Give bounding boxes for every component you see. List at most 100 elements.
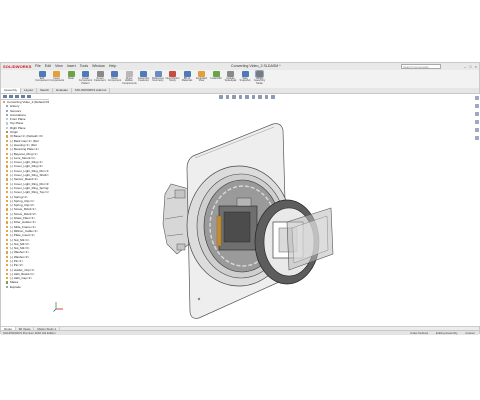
display-manager-icon[interactable] <box>27 95 31 98</box>
status-definition: Under Defined <box>410 331 429 335</box>
component-icon <box>6 264 9 267</box>
solidworks-window: SOLIDWORKS File Edit View Insert Tools W… <box>0 62 480 335</box>
document-title: Converting Video_2.SLDASM * <box>231 64 281 68</box>
tool-label: Take Snapshot <box>239 76 251 83</box>
component-icon <box>6 135 9 138</box>
component-icon <box>3 101 6 104</box>
tool-label: Insert Components <box>49 76 65 83</box>
tool-label: Update Speedpak <box>224 76 237 83</box>
status-product: SOLIDWORKS Premium 2018 x64 Edition <box>3 331 56 335</box>
component-icon <box>6 285 9 288</box>
component-icon <box>6 165 9 168</box>
toolbar-button[interactable]: Mate <box>64 71 78 80</box>
app-logo[interactable]: SOLIDWORKS <box>3 64 32 69</box>
tool-label: New Motion Study <box>165 76 180 83</box>
component-icon <box>6 148 9 151</box>
component-icon <box>6 217 9 220</box>
component-icon <box>6 281 9 284</box>
toolbar-button[interactable]: Insert Components <box>50 71 64 83</box>
menu-bar: File Edit View Insert Tools Window Help <box>35 64 116 68</box>
component-icon <box>6 242 9 245</box>
component-icon <box>6 255 9 258</box>
toolbar-button[interactable]: Bill of Materials <box>180 71 194 83</box>
component-icon <box>6 195 9 198</box>
tool-label: Edit Component <box>35 76 49 83</box>
rear-housing <box>162 183 190 255</box>
maximize-icon[interactable]: □ <box>469 64 471 69</box>
status-bar: SOLIDWORKS Premium 2018 x64 Edition Unde… <box>1 330 479 335</box>
component-icon <box>6 208 9 211</box>
component-icon <box>6 199 9 203</box>
component-icon <box>6 221 9 224</box>
minimize-icon[interactable]: – <box>464 64 466 69</box>
toolbar-button[interactable]: Reference Geometry <box>151 71 165 83</box>
status-units[interactable]: Custom <box>465 331 475 335</box>
component-icon <box>6 143 9 147</box>
toolbar-button[interactable]: Edit Component <box>35 71 49 83</box>
tree-item-label: Explode <box>10 284 21 289</box>
component-icon <box>6 126 9 129</box>
toolbar-button[interactable]: Instant3D <box>209 71 223 80</box>
menu-tools[interactable]: Tools <box>80 64 88 68</box>
tab-layout[interactable]: Layout <box>21 88 38 93</box>
toolbar-button[interactable]: Smart Fasteners <box>93 71 107 83</box>
component-icon <box>6 186 9 190</box>
tab-evaluate[interactable]: Evaluate <box>53 88 72 93</box>
component-icon <box>6 251 9 254</box>
component-icon <box>6 152 9 155</box>
component-icon <box>6 212 9 215</box>
component-icon <box>6 238 9 241</box>
toolbar-button[interactable]: Take Snapshot <box>238 71 252 83</box>
tool-label: Show Hidden Components <box>122 76 137 86</box>
component-icon <box>6 182 9 185</box>
command-manager-toolbar: Edit Component Insert Components Mate Linea… <box>1 70 479 89</box>
component-icon <box>6 113 9 117</box>
toolbar-button[interactable]: Large Assembly Mode <box>253 70 267 86</box>
toolbar-button[interactable]: Move Component <box>108 71 122 83</box>
tree-item[interactable]: Explode <box>1 285 49 289</box>
graphics-area[interactable] <box>49 94 480 326</box>
tab-assembly[interactable]: Assembly <box>1 88 22 93</box>
tool-label: Large Assembly Mode <box>253 76 266 86</box>
toolbar-button[interactable]: Linear Component Pattern <box>79 71 93 86</box>
dimxpert-icon[interactable] <box>21 95 25 98</box>
axis-triad-icon <box>53 302 63 312</box>
toolbar-button[interactable]: Exploded View <box>195 71 209 83</box>
toolbar-button[interactable]: New Motion Study <box>166 71 180 83</box>
menu-file[interactable]: File <box>35 64 41 68</box>
search-input[interactable]: Search Commands <box>401 64 441 69</box>
tab-sketch[interactable]: Sketch <box>37 88 54 93</box>
component-icon <box>6 178 9 181</box>
tool-label: Exploded View <box>196 76 207 83</box>
window-controls: – □ × <box>464 64 477 69</box>
component-icon <box>6 247 9 250</box>
tool-label: Move Component <box>107 76 122 83</box>
menu-window[interactable]: Window <box>92 64 105 68</box>
component-icon <box>6 191 9 194</box>
tool-label: Reference Geometry <box>152 76 164 83</box>
feature-tree: Converting Video_2 (Default<Display Stat… <box>1 100 49 289</box>
tool-label: Smart Fasteners <box>94 76 106 83</box>
component-icon <box>6 174 9 177</box>
component-icon <box>6 122 9 125</box>
component-icon <box>6 272 9 276</box>
assembly-model[interactable] <box>49 94 480 326</box>
property-manager-icon[interactable] <box>9 95 13 98</box>
tool-label: Mate <box>68 76 74 80</box>
feature-tree-icon[interactable] <box>3 95 7 98</box>
close-icon[interactable]: × <box>475 64 477 69</box>
configuration-icon[interactable] <box>15 95 19 98</box>
component-icon <box>6 131 9 134</box>
toolbar-button[interactable]: Show Hidden Components <box>122 71 137 86</box>
menu-view[interactable]: View <box>55 64 63 68</box>
component-icon <box>6 139 9 142</box>
menu-help[interactable]: Help <box>109 64 116 68</box>
menu-insert[interactable]: Insert <box>67 64 76 68</box>
toolbar-button[interactable]: Assembly Features <box>137 71 151 83</box>
menu-edit[interactable]: Edit <box>45 64 51 68</box>
component-icon <box>6 161 9 164</box>
tool-label: Instant3D <box>210 76 222 80</box>
component-icon <box>6 169 9 172</box>
toolbar-button[interactable]: Update Speedpak <box>224 71 238 83</box>
tab-addins[interactable]: SOLIDWORKS Add-Ins <box>72 88 111 93</box>
